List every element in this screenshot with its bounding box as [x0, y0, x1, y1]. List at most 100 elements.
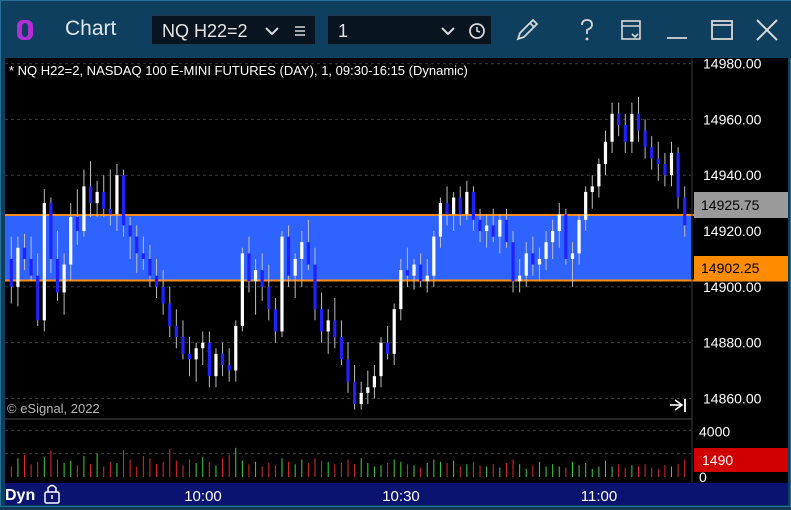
candle-body	[247, 253, 251, 282]
candle-body	[465, 191, 469, 215]
time-tick-label: 11:00	[581, 488, 617, 505]
app-logo-icon	[17, 20, 33, 40]
candle-body	[676, 152, 680, 198]
chart-canvas[interactable]: 14980.00 14960.00 14940.00 14920.00 14900.00…	[5, 56, 788, 505]
chevron-down-icon[interactable]	[264, 24, 280, 38]
candle-body	[643, 130, 647, 148]
candle-body	[590, 186, 594, 192]
candle-body	[683, 197, 687, 226]
candle-body	[174, 325, 178, 338]
candle-body	[135, 236, 139, 254]
scroll-to-end-icon[interactable]	[670, 399, 686, 412]
candle-body	[412, 264, 416, 276]
candle-body	[570, 253, 575, 259]
candle-body	[333, 320, 337, 338]
candle-body	[194, 348, 198, 360]
candle-body	[49, 203, 53, 259]
candle-body	[511, 242, 515, 282]
price-tick-label: 14940.00	[703, 167, 762, 183]
help-icon[interactable]	[571, 14, 603, 46]
price-axis: 14980.00 14960.00 14940.00 14920.00 14900.00…	[703, 56, 762, 407]
price-band-highlight[interactable]	[5, 214, 691, 281]
candle-body	[267, 286, 271, 310]
candle-body	[319, 309, 324, 332]
maximize-icon[interactable]	[706, 14, 738, 46]
candle-body	[9, 258, 13, 287]
candle-body	[306, 242, 310, 265]
candle-body	[22, 247, 27, 259]
candle-body	[227, 364, 231, 371]
candle-body	[379, 342, 383, 377]
candle-body	[478, 219, 482, 232]
candle-body	[663, 164, 667, 176]
interval-value: 1	[338, 21, 349, 41]
lower-price-tag: 14902.25	[694, 256, 788, 280]
candle-body	[471, 191, 476, 220]
candle-body	[214, 353, 218, 377]
candle-body	[36, 275, 40, 321]
candle-body	[187, 353, 192, 360]
draw-pencil-icon[interactable]	[511, 14, 543, 46]
candle-body	[386, 342, 390, 354]
candle-body	[584, 191, 588, 220]
candle-body	[458, 197, 462, 215]
candle-body	[102, 191, 106, 209]
chart-description: * NQ H22=2, NASDAQ 100 E-MINI FUTURES (D…	[9, 63, 468, 78]
price-tick-label: 14880.00	[703, 335, 762, 351]
candle-body	[544, 242, 548, 259]
window-title: Chart	[65, 17, 117, 40]
candle-body	[141, 253, 145, 259]
candle-body	[452, 197, 456, 215]
candle-body	[399, 270, 403, 310]
candle-body	[669, 152, 674, 176]
candle-body	[339, 337, 343, 360]
candle-body	[577, 219, 581, 254]
candle-body	[207, 342, 211, 377]
candle-body	[425, 275, 429, 282]
page-menu-icon[interactable]	[615, 14, 647, 46]
minimize-icon[interactable]	[661, 14, 693, 46]
candle-body	[253, 270, 258, 282]
candle-body	[42, 203, 46, 321]
clock-icon[interactable]	[468, 22, 486, 40]
candle-body	[234, 325, 238, 371]
list-icon[interactable]	[292, 23, 308, 39]
candle-body	[524, 253, 528, 276]
upper-price-tag: 14925.75	[694, 192, 788, 218]
candle-body	[55, 258, 60, 293]
dynamic-mode-label[interactable]: Dyn	[5, 487, 35, 504]
price-tick-label: 14920.00	[703, 223, 762, 239]
candle-body	[405, 270, 410, 276]
candle-body	[372, 376, 377, 388]
candle-body	[82, 186, 86, 232]
candle-body	[273, 309, 277, 332]
symbol-value: NQ H22=2	[162, 21, 248, 41]
candle-body	[181, 337, 185, 354]
close-icon[interactable]	[751, 14, 783, 46]
candle-body	[240, 253, 244, 326]
candle-body	[293, 258, 297, 276]
copyright-text: © eSignal, 2022	[7, 401, 100, 416]
candle-body	[610, 113, 614, 142]
candle-body	[346, 359, 350, 382]
candle-body	[16, 247, 20, 287]
candle-body	[300, 242, 304, 259]
candle-body	[75, 217, 79, 232]
candle-body	[29, 258, 33, 276]
candle-body	[438, 203, 443, 237]
symbol-input[interactable]: NQ H22=2	[151, 15, 316, 45]
volume-series	[10, 447, 686, 477]
candle-body	[128, 225, 132, 237]
upper-price-tag-text: 14925.75	[701, 197, 760, 213]
chart-area[interactable]: 14980.00 14960.00 14940.00 14920.00 14900.00…	[5, 56, 788, 505]
candle-body	[108, 208, 112, 215]
candle-body	[656, 158, 660, 165]
chevron-down-icon[interactable]	[440, 24, 456, 38]
candle-body	[491, 225, 495, 237]
candle-body	[498, 219, 502, 237]
candle-body	[121, 175, 126, 226]
interval-input[interactable]: 1	[327, 15, 492, 45]
price-tick-label: 14900.00	[703, 279, 762, 295]
time-tick-label: 10:30	[382, 488, 420, 505]
volume-value-tag: 1490	[694, 448, 788, 472]
